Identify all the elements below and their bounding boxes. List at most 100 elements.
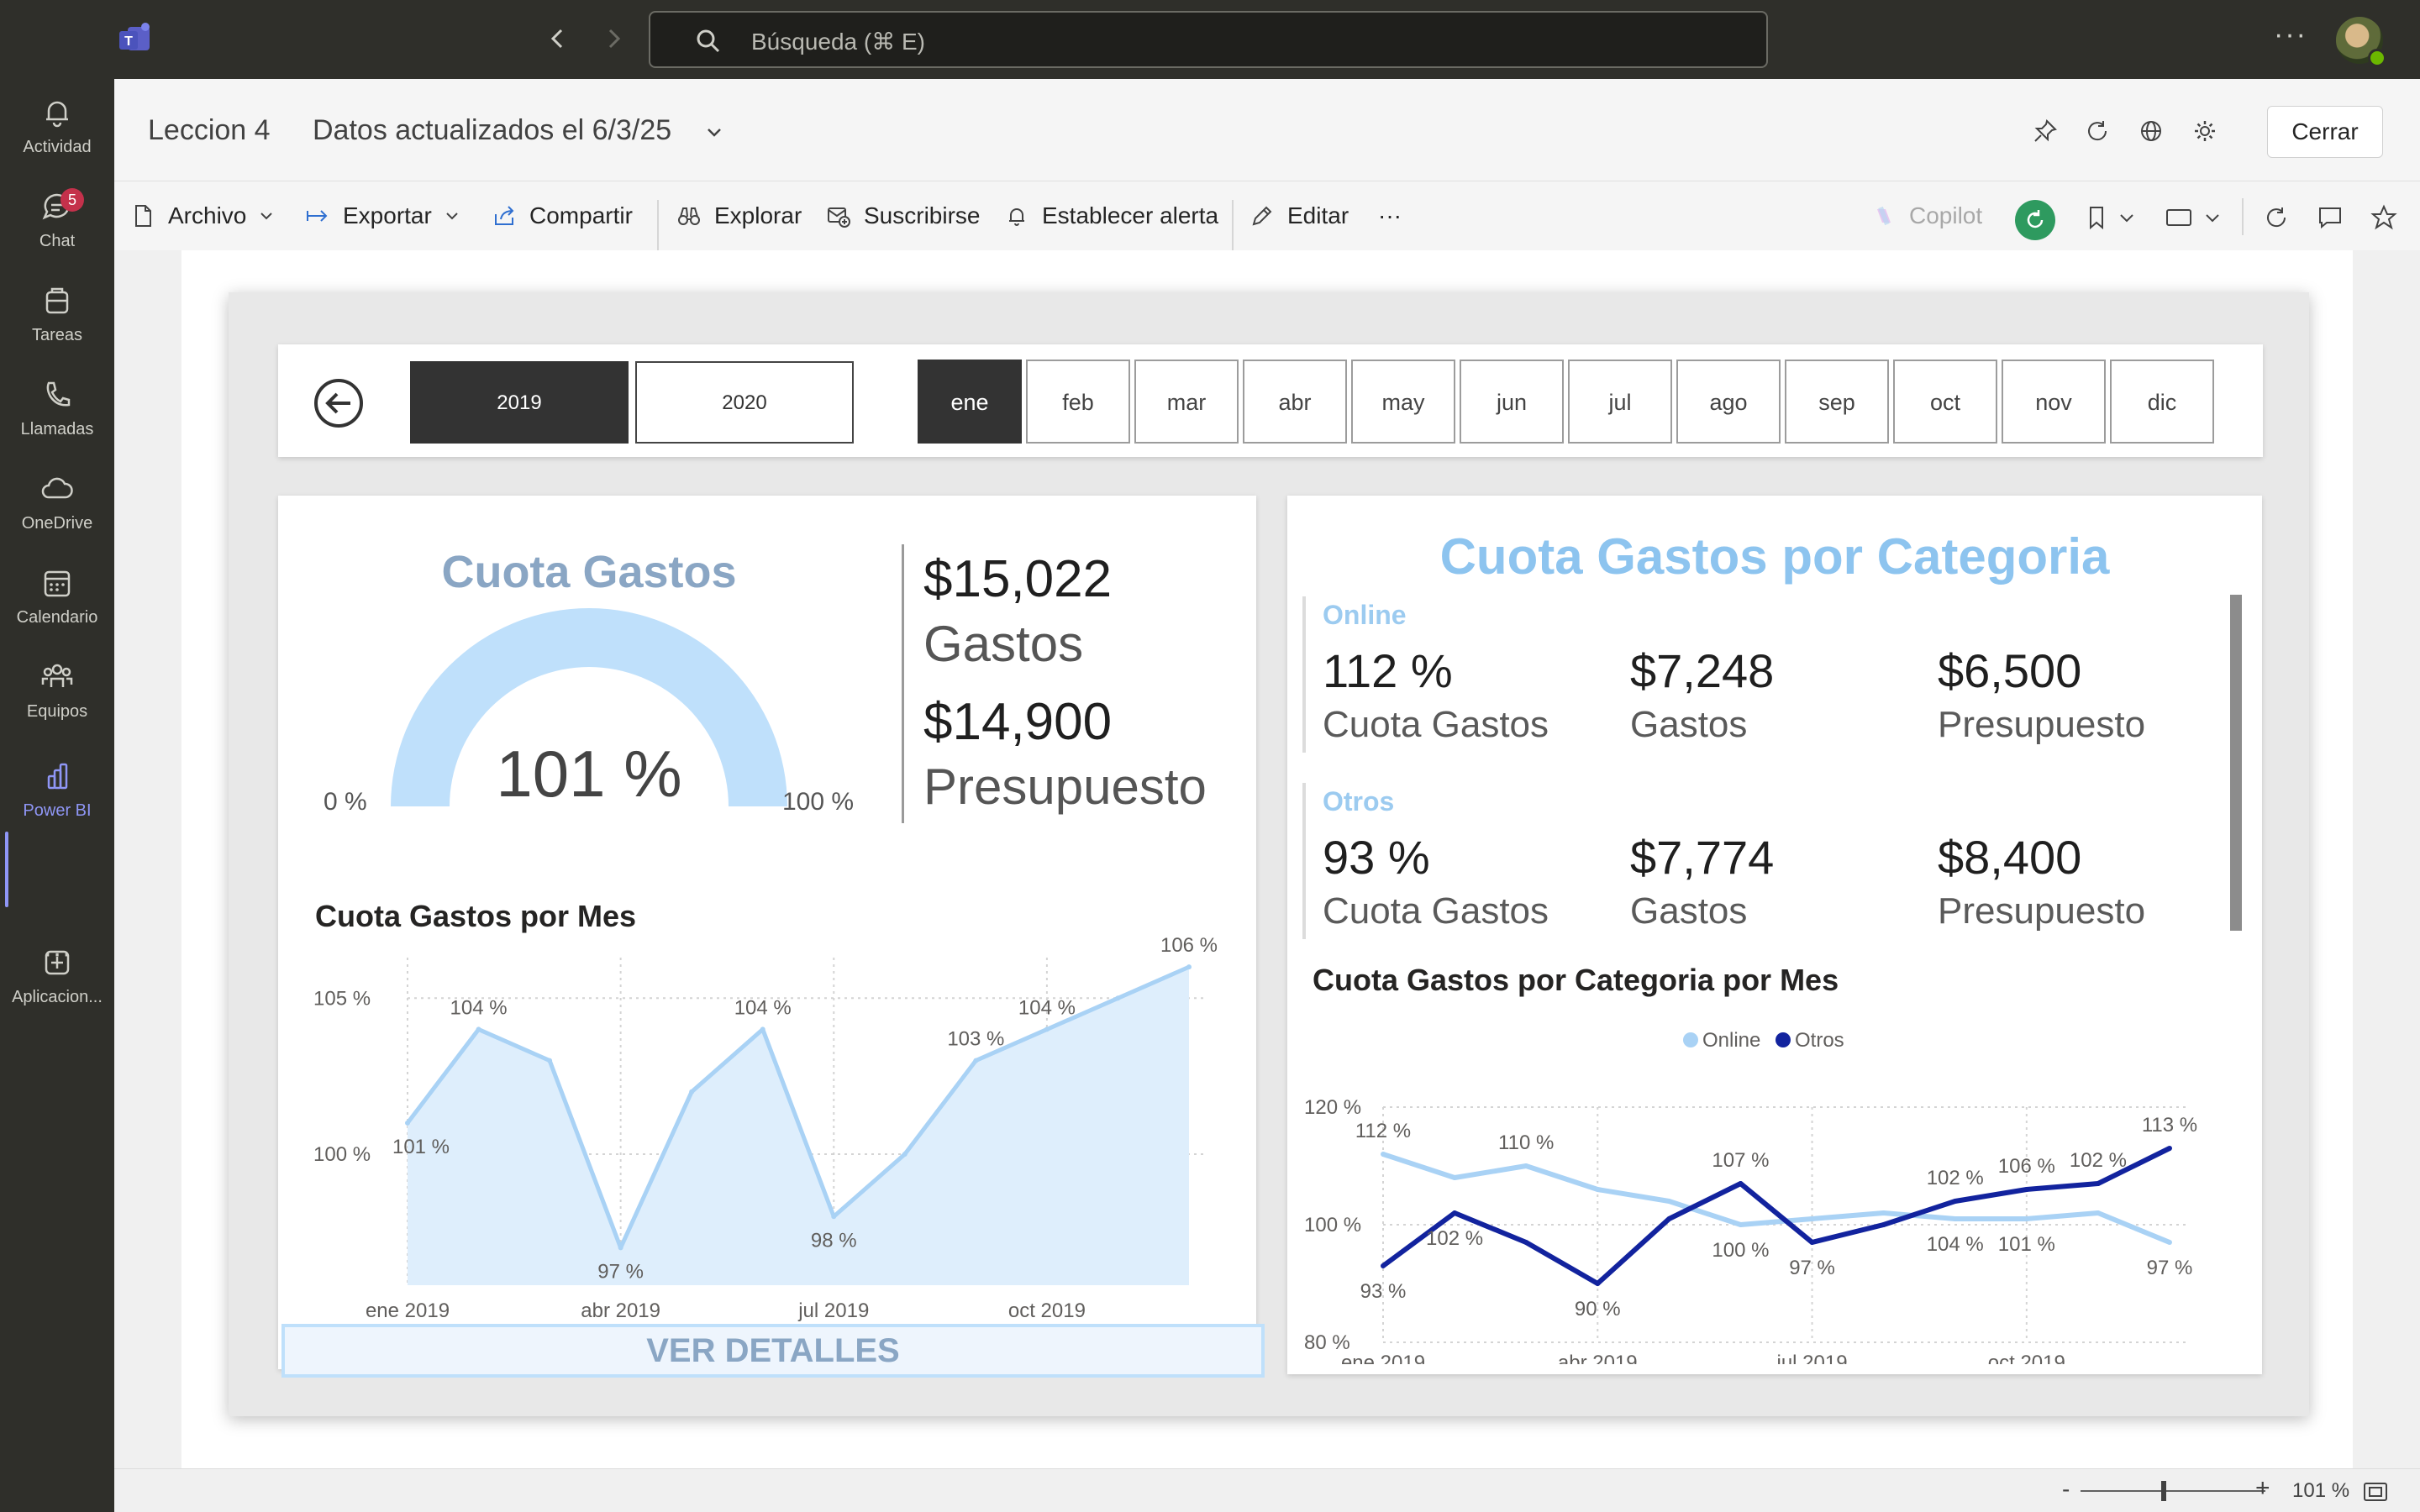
rail-label: OneDrive: [21, 514, 93, 533]
rail-item-calendario[interactable]: Calendario: [0, 564, 114, 648]
online-cuota-label: Cuota Gastos: [1323, 704, 1549, 745]
rail-item-power-bi[interactable]: Power BI: [0, 758, 114, 842]
month-button-feb[interactable]: feb: [1026, 360, 1130, 444]
refresh-icon[interactable]: [2084, 118, 2111, 144]
more-options-button[interactable]: ···: [1378, 198, 1402, 234]
report-title: Leccion 4: [148, 114, 271, 146]
data-label: 110 %: [1498, 1131, 1554, 1154]
binoculars-icon: [678, 207, 700, 225]
otros-presupuesto-label: Presupuesto: [1938, 890, 2146, 932]
data-point: [1044, 1026, 1050, 1032]
ver-detalles-button[interactable]: VER DETALLES: [281, 1324, 1265, 1378]
suscribirse-button[interactable]: Suscribirse: [825, 198, 980, 234]
data-label: 97 %: [2147, 1257, 2193, 1279]
legend-marker: [1683, 1032, 1698, 1047]
settings-gear-icon[interactable]: [2191, 118, 2218, 144]
refresh-icon[interactable]: [2262, 203, 2291, 232]
editar-button[interactable]: Editar: [1249, 198, 1349, 234]
rail-item-actividad[interactable]: Actividad: [0, 94, 114, 178]
copilot-button[interactable]: Copilot: [1870, 198, 1982, 234]
favorite-star-icon[interactable]: [2370, 203, 2398, 232]
data-point: [1881, 1222, 1886, 1227]
back-circle-arrow-icon[interactable]: [312, 376, 366, 430]
establecer-alerta-button[interactable]: Establecer alerta: [1003, 198, 1218, 234]
chevron-down-icon[interactable]: [704, 123, 724, 143]
editar-label: Editar: [1287, 202, 1349, 228]
chevron-down-icon[interactable]: [2203, 203, 2222, 232]
rail-item-aplicaciones[interactable]: Aplicacion...: [0, 944, 114, 1028]
svg-text:T: T: [124, 34, 133, 49]
month-button-ene[interactable]: ene: [918, 360, 1022, 444]
add-apps-icon: [45, 950, 70, 975]
powerbi-icon: [47, 763, 68, 790]
data-point: [2167, 1240, 2172, 1245]
comment-icon[interactable]: [2316, 203, 2344, 232]
data-point: [1738, 1222, 1744, 1227]
report-toolbar: Archivo Exportar Compartir Explorar Susc…: [114, 181, 2420, 250]
data-point: [1523, 1163, 1529, 1168]
rail-item-llamadas[interactable]: Llamadas: [0, 376, 114, 460]
compartir-button[interactable]: Compartir: [491, 198, 633, 234]
data-label: 102 %: [1426, 1227, 1483, 1250]
cuota-gastos-card: Cuota Gastos 0 % 100 % 101 % $15,022 Gas…: [278, 496, 1265, 1378]
data-updated-dropdown[interactable]: Datos actualizados el 6/3/25: [313, 114, 671, 147]
category-line-chart[interactable]: Online Otros 80 % 100 % 120 %112 % 110 % 100 %…: [1304, 1003, 2245, 1364]
rail-item-chat[interactable]: 5 Chat: [0, 188, 114, 272]
view-mode-icon[interactable]: [2165, 203, 2193, 232]
data-point: [1952, 1216, 1958, 1221]
toolbar-divider: [2242, 198, 2244, 235]
globe-icon[interactable]: [2138, 118, 2165, 144]
teams-logo-icon[interactable]: T: [118, 22, 155, 55]
more-options-icon[interactable]: ···: [2274, 18, 2307, 51]
online-cuota-value: 112 %: [1323, 644, 1453, 697]
data-point: [1381, 1263, 1386, 1268]
category-list-scrollbar[interactable]: [2230, 595, 2242, 931]
data-point: [1595, 1281, 1601, 1286]
year-button-2019[interactable]: 2019: [410, 361, 629, 444]
exportar-menu[interactable]: Exportar: [304, 198, 460, 234]
month-button-mar[interactable]: mar: [1134, 360, 1239, 444]
user-avatar[interactable]: [2336, 17, 2386, 67]
explorar-button[interactable]: Explorar: [676, 198, 802, 234]
month-button-sep[interactable]: sep: [1785, 360, 1889, 444]
month-button-may[interactable]: may: [1351, 360, 1455, 444]
cloud-icon: [41, 477, 73, 499]
data-label: 93 %: [1360, 1280, 1407, 1303]
toolbar-divider: [657, 200, 659, 250]
search-input[interactable]: Búsqueda (⌘ E): [649, 11, 1768, 68]
copilot-icon: [1877, 206, 1891, 226]
reset-default-icon[interactable]: [2015, 200, 2055, 240]
online-presupuesto-value: $6,500: [1938, 644, 2082, 697]
tasks-icon: [45, 287, 69, 314]
fit-to-page-icon[interactable]: [2363, 1481, 2388, 1503]
month-button-oct[interactable]: oct: [1893, 360, 1997, 444]
month-button-ago[interactable]: ago: [1676, 360, 1781, 444]
zoom-slider[interactable]: [2081, 1490, 2265, 1492]
month-button-abr[interactable]: abr: [1243, 360, 1347, 444]
rail-label: Chat: [39, 232, 76, 250]
year-button-2020[interactable]: 2020: [635, 361, 854, 444]
data-point: [1186, 964, 1192, 970]
zoom-slider-thumb[interactable]: [2161, 1481, 2166, 1501]
monthly-area-chart[interactable]: 100 % 105 % 101 % 104 % 97 % 104 % 98 % 103 % 10…: [312, 932, 1236, 1327]
chevron-down-icon: [260, 213, 273, 220]
gauge-title: Cuota Gastos: [441, 547, 737, 597]
rail-item-onedrive[interactable]: OneDrive: [0, 470, 114, 554]
back-arrow-icon[interactable]: [541, 22, 575, 55]
rail-item-tareas[interactable]: Tareas: [0, 282, 114, 366]
zoom-out-button[interactable]: -: [2062, 1476, 2070, 1503]
zoom-in-button[interactable]: +: [2255, 1474, 2270, 1503]
archivo-menu[interactable]: Archivo: [129, 198, 275, 234]
forward-arrow-icon[interactable]: [597, 22, 630, 55]
month-button-dic[interactable]: dic: [2110, 360, 2214, 444]
close-button[interactable]: Cerrar: [2267, 106, 2383, 158]
search-placeholder: Búsqueda (⌘ E): [751, 29, 925, 55]
rail-item-equipos[interactable]: Equipos: [0, 659, 114, 743]
chevron-down-icon[interactable]: [2118, 203, 2136, 232]
month-button-jun[interactable]: jun: [1460, 360, 1564, 444]
month-button-nov[interactable]: nov: [2002, 360, 2106, 444]
pin-icon[interactable]: [2032, 118, 2059, 144]
month-button-jul[interactable]: jul: [1568, 360, 1672, 444]
bookmark-icon[interactable]: [2082, 203, 2111, 232]
otros-gastos-value: $7,774: [1630, 831, 1775, 884]
